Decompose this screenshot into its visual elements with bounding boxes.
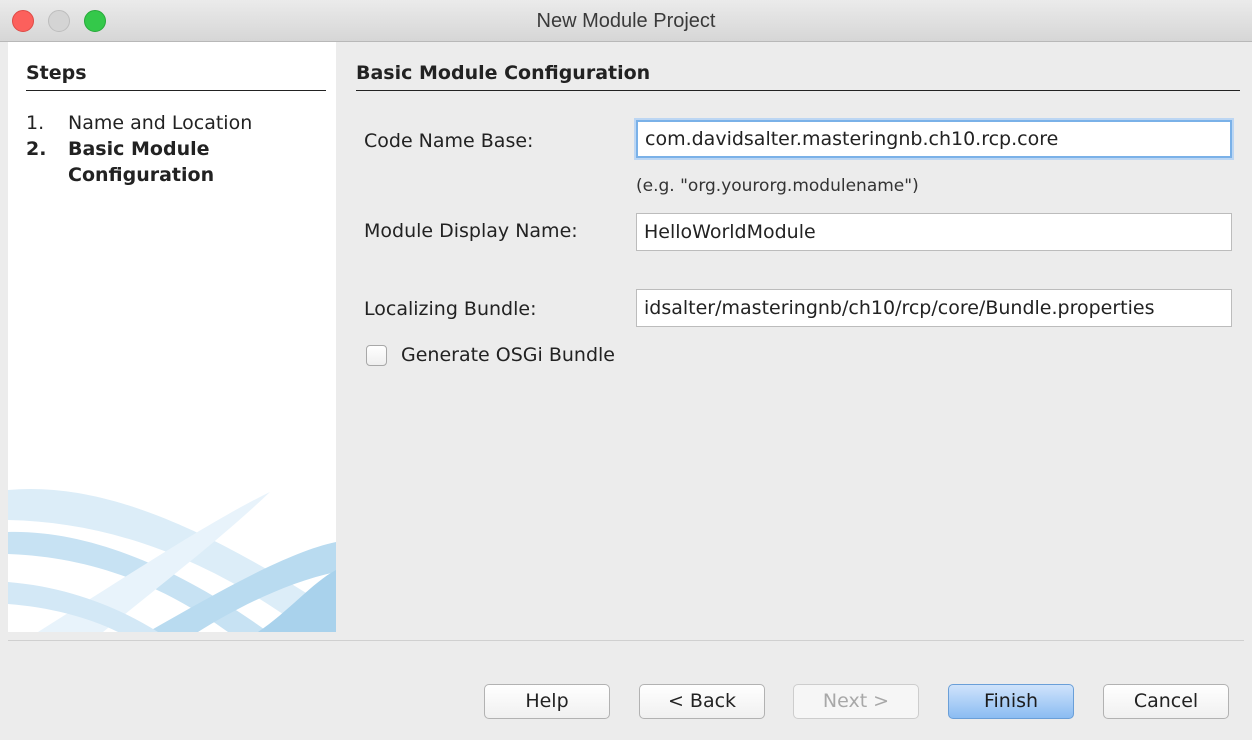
configuration-panel: Basic Module Configuration Code Name Bas… (336, 42, 1252, 632)
localizing-bundle-label: Localizing Bundle: (364, 298, 537, 320)
module-display-name-label: Module Display Name: (364, 220, 578, 242)
steps-panel: Steps 1. Name and Location 2. Basic Modu… (8, 42, 336, 632)
generate-osgi-bundle-label[interactable]: Generate OSGi Bundle (401, 344, 615, 366)
step-label: Basic Module Configuration (68, 138, 215, 186)
code-name-base-label: Code Name Base: (364, 130, 534, 152)
cancel-button[interactable]: Cancel (1103, 684, 1229, 719)
footer-divider (8, 640, 1244, 641)
module-display-name-input[interactable] (636, 213, 1232, 251)
code-name-base-hint: (e.g. "org.yourorg.modulename") (636, 176, 919, 196)
step-number: 2. (26, 138, 47, 160)
back-button[interactable]: < Back (639, 684, 765, 719)
steps-list: 1. Name and Location 2. Basic Module Con… (26, 110, 326, 188)
step-label: Name and Location (68, 112, 253, 134)
localizing-bundle-input[interactable] (636, 289, 1232, 327)
help-button[interactable]: Help (484, 684, 610, 719)
window-title: New Module Project (536, 10, 716, 32)
title-bar: New Module Project (0, 0, 1252, 42)
new-module-project-dialog: New Module Project Steps 1. Name and Loc… (0, 0, 1252, 740)
steps-header: Steps (26, 62, 326, 91)
step-basic-module-configuration: 2. Basic Module Configuration (26, 136, 326, 188)
generate-osgi-bundle-option[interactable]: Generate OSGi Bundle (366, 344, 615, 366)
generate-osgi-bundle-checkbox[interactable] (366, 344, 387, 366)
wizard-decoration-graphic (8, 489, 336, 632)
code-name-base-input[interactable] (636, 120, 1232, 158)
step-name-and-location: 1. Name and Location (26, 110, 326, 136)
finish-button[interactable]: Finish (948, 684, 1074, 719)
next-button[interactable]: Next > (793, 684, 919, 719)
section-title: Basic Module Configuration (356, 62, 1240, 91)
step-number: 1. (26, 112, 45, 134)
